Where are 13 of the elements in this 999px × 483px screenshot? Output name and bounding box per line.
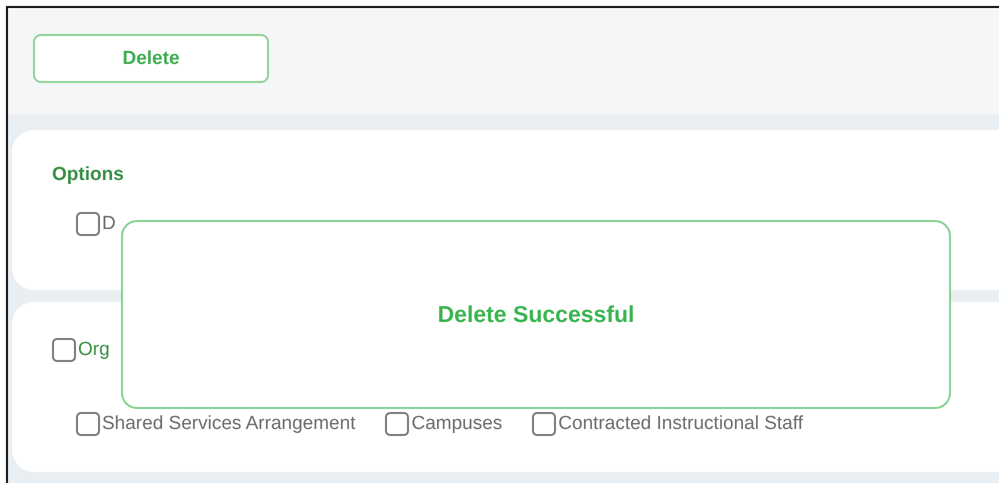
checkbox-label: D <box>102 213 116 235</box>
delete-button[interactable]: Delete <box>33 34 269 83</box>
checkbox[interactable] <box>76 212 100 236</box>
checkbox[interactable] <box>385 412 410 436</box>
checkbox[interactable] <box>532 412 556 436</box>
checkbox-label: Contracted Instructional Staff <box>558 413 803 435</box>
checkbox-label: Shared Services Arrangement <box>102 413 356 435</box>
checkbox[interactable] <box>52 338 76 362</box>
checkbox-label: Campuses <box>411 413 502 435</box>
checkbox-label: Org <box>78 339 110 361</box>
dialog-message: Delete Successful <box>438 301 634 328</box>
checkbox[interactable] <box>76 412 100 436</box>
section-heading: Options <box>52 164 125 186</box>
